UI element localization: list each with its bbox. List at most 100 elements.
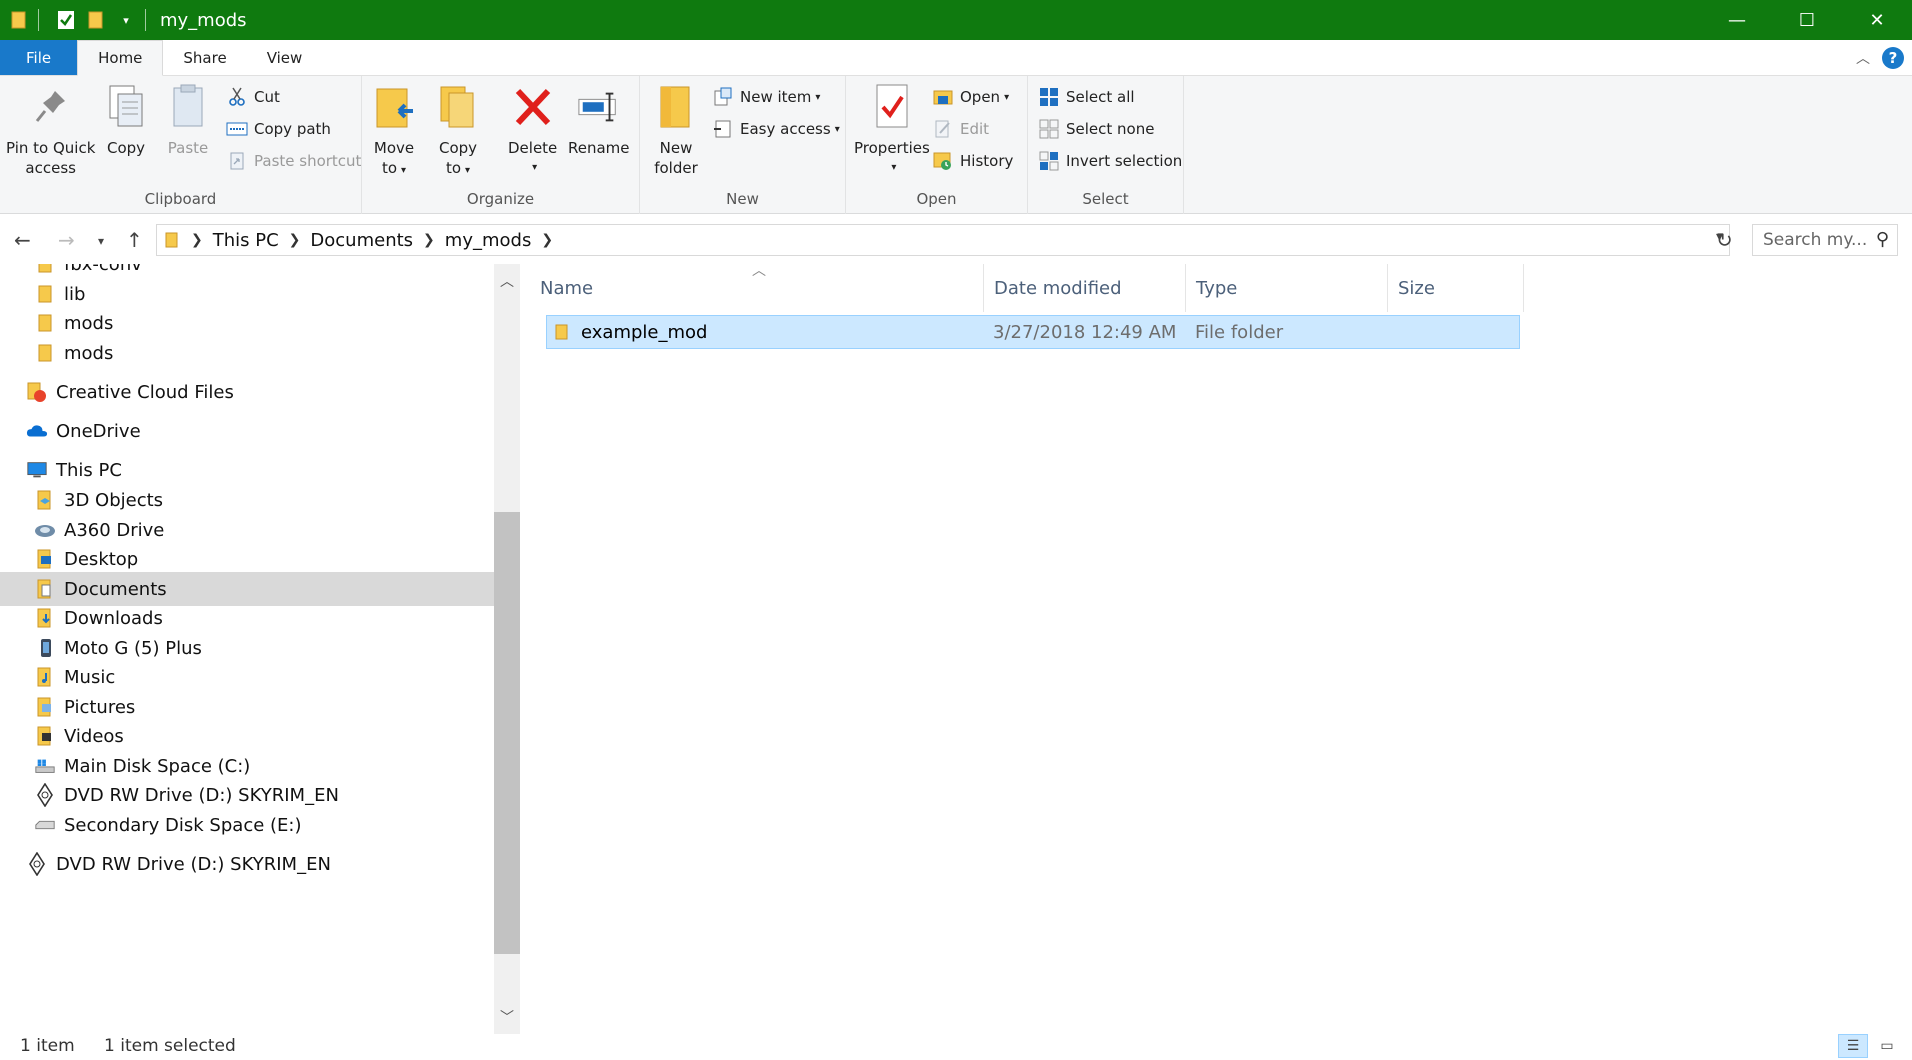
nav-item[interactable]: Music bbox=[0, 660, 494, 694]
status-bar: 1 item 1 item selected ☰ ▭ bbox=[0, 1034, 1912, 1060]
nav-item-label: OneDrive bbox=[56, 420, 141, 442]
clipboard-group-label: Clipboard bbox=[144, 190, 217, 208]
history-button[interactable]: History bbox=[932, 148, 1013, 174]
tab-view[interactable]: View bbox=[247, 40, 323, 75]
separator bbox=[38, 9, 39, 31]
breadcrumb-chevron-icon[interactable]: ❯ bbox=[289, 232, 301, 248]
new-item-button[interactable]: New item ▾ bbox=[712, 84, 820, 110]
pin-icon bbox=[29, 82, 73, 132]
tab-file[interactable]: File bbox=[0, 40, 78, 75]
maximize-button[interactable]: ☐ bbox=[1772, 0, 1842, 40]
up-arrow-icon[interactable]: ↑ bbox=[126, 228, 143, 252]
file-name: example_mod bbox=[581, 321, 708, 343]
pin-to-quick-access-button[interactable]: Pin to Quick access bbox=[6, 82, 95, 178]
dropdown-caret-icon: ▾ bbox=[891, 162, 897, 173]
properties-button[interactable]: Properties ▾ bbox=[854, 82, 930, 178]
customize-quick-access-icon[interactable]: ▾ bbox=[115, 9, 137, 31]
properties-quick-access-icon[interactable] bbox=[55, 9, 77, 31]
breadcrumb-chevron-icon[interactable]: ❯ bbox=[191, 232, 203, 248]
back-arrow-icon[interactable]: ← bbox=[14, 228, 31, 252]
tab-share[interactable]: Share bbox=[163, 40, 246, 75]
onedrive-icon bbox=[26, 419, 48, 443]
dropdown-caret-icon: ▾ bbox=[815, 91, 821, 103]
scroll-down-icon[interactable]: ﹀ bbox=[494, 1004, 520, 1030]
column-header-size[interactable]: Size bbox=[1388, 264, 1524, 312]
nav-item[interactable]: DVD RW Drive (D:) SKYRIM_EN bbox=[0, 778, 494, 812]
nav-item[interactable]: 3D Objects bbox=[0, 483, 494, 517]
new-folder-quick-access-icon[interactable] bbox=[85, 9, 107, 31]
column-header-name[interactable]: Name bbox=[530, 264, 984, 312]
help-button[interactable]: ? bbox=[1882, 47, 1904, 69]
breadcrumb-documents[interactable]: Documents bbox=[310, 230, 413, 251]
open-folder-icon bbox=[932, 86, 954, 108]
scissors-icon bbox=[226, 86, 248, 108]
breadcrumb-this-pc[interactable]: This PC bbox=[213, 230, 279, 251]
refresh-icon[interactable]: ↻ bbox=[1716, 228, 1733, 252]
nav-item[interactable]: mods bbox=[0, 336, 494, 370]
nav-item[interactable]: Desktop bbox=[0, 542, 494, 576]
scroll-up-icon[interactable]: ︿ bbox=[494, 268, 520, 294]
rename-button[interactable]: Rename bbox=[568, 82, 630, 158]
nav-item-label: Pictures bbox=[64, 696, 136, 718]
videos-folder-icon bbox=[34, 724, 56, 748]
address-bar[interactable]: ❯ This PC ❯ Documents ❯ my_mods ❯ ▾ bbox=[156, 224, 1730, 256]
item-count: 1 item bbox=[20, 1036, 75, 1056]
collapse-ribbon-icon[interactable]: ︿ bbox=[1856, 48, 1870, 68]
breadcrumb-chevron-icon[interactable]: ❯ bbox=[541, 232, 553, 248]
cut-button[interactable]: Cut bbox=[226, 84, 280, 110]
dropdown-caret-icon: ▾ bbox=[401, 165, 407, 176]
paste-icon bbox=[166, 82, 210, 132]
tab-home[interactable]: Home bbox=[77, 40, 164, 76]
new-folder-button[interactable]: New folder bbox=[654, 82, 698, 178]
nav-item[interactable]: Secondary Disk Space (E:) bbox=[0, 808, 494, 842]
nav-item[interactable]: Videos bbox=[0, 719, 494, 753]
details-view-icon[interactable]: ☰ bbox=[1838, 1034, 1868, 1058]
easy-access-button[interactable]: Easy access ▾ bbox=[712, 116, 840, 142]
forward-arrow-icon[interactable]: → bbox=[58, 228, 75, 252]
nav-item[interactable]: Creative Cloud Files bbox=[0, 375, 494, 409]
nav-item[interactable]: This PC bbox=[0, 453, 494, 487]
nav-item[interactable]: mods bbox=[0, 306, 494, 340]
nav-pane-scrollbar[interactable]: ︿ ﹀ bbox=[494, 264, 520, 1034]
paste-button[interactable]: Paste bbox=[166, 82, 210, 158]
pin-label-line1: Pin to Quick bbox=[6, 139, 96, 157]
select-all-label: Select all bbox=[1066, 88, 1135, 106]
folder-icon bbox=[34, 282, 56, 306]
search-input[interactable]: Search my... ⚲ bbox=[1752, 224, 1898, 256]
nav-item[interactable]: DVD RW Drive (D:) SKYRIM_EN bbox=[0, 847, 494, 881]
window-title: my_mods bbox=[160, 9, 247, 31]
invert-selection-icon bbox=[1038, 150, 1060, 172]
copy-to-line1: Copy bbox=[438, 139, 478, 157]
windows-drive-icon bbox=[34, 754, 56, 778]
select-all-button[interactable]: Select all bbox=[1038, 84, 1135, 110]
new-item-icon bbox=[712, 86, 734, 108]
move-to-button[interactable]: Move to ▾ bbox=[372, 82, 416, 181]
ribbon: Pin to Quick access Copy Paste Cut Copy … bbox=[0, 76, 1912, 214]
large-icons-view-icon[interactable]: ▭ bbox=[1872, 1034, 1902, 1058]
open-button[interactable]: Open ▾ bbox=[932, 84, 1009, 110]
new-folder-line1: New bbox=[659, 139, 693, 157]
recent-locations-chevron-icon[interactable]: ▾ bbox=[98, 234, 104, 248]
copy-path-button[interactable]: Copy path bbox=[226, 116, 331, 142]
table-row[interactable]: example_mod 3/27/2018 12:49 AM File fold… bbox=[546, 315, 1520, 349]
breadcrumb-chevron-icon[interactable]: ❯ bbox=[423, 232, 435, 248]
invert-selection-button[interactable]: Invert selection bbox=[1038, 148, 1182, 174]
copy-to-button[interactable]: Copy to ▾ bbox=[436, 82, 480, 181]
minimize-button[interactable]: — bbox=[1702, 0, 1772, 40]
breadcrumb-my-mods[interactable]: my_mods bbox=[445, 230, 532, 251]
folder-icon bbox=[165, 231, 179, 249]
nav-item[interactable]: Downloads bbox=[0, 601, 494, 635]
nav-item-label: Main Disk Space (C:) bbox=[64, 755, 251, 777]
nav-item[interactable]: OneDrive bbox=[0, 414, 494, 448]
close-button[interactable]: ✕ bbox=[1842, 0, 1912, 40]
delete-button[interactable]: Delete ▾ bbox=[508, 82, 557, 178]
scroll-thumb[interactable] bbox=[494, 512, 520, 954]
column-header-type[interactable]: Type bbox=[1186, 264, 1388, 312]
column-header-date-modified[interactable]: Date modified bbox=[984, 264, 1186, 312]
select-all-icon bbox=[1038, 86, 1060, 108]
navigation-pane: fbx-conv lib mods mods Creative Cloud Files O… bbox=[0, 264, 522, 1034]
copy-button[interactable]: Copy bbox=[104, 82, 148, 158]
select-none-button[interactable]: Select none bbox=[1038, 116, 1154, 142]
paste-shortcut-button[interactable]: Paste shortcut bbox=[226, 148, 361, 174]
edit-button[interactable]: Edit bbox=[932, 116, 989, 142]
